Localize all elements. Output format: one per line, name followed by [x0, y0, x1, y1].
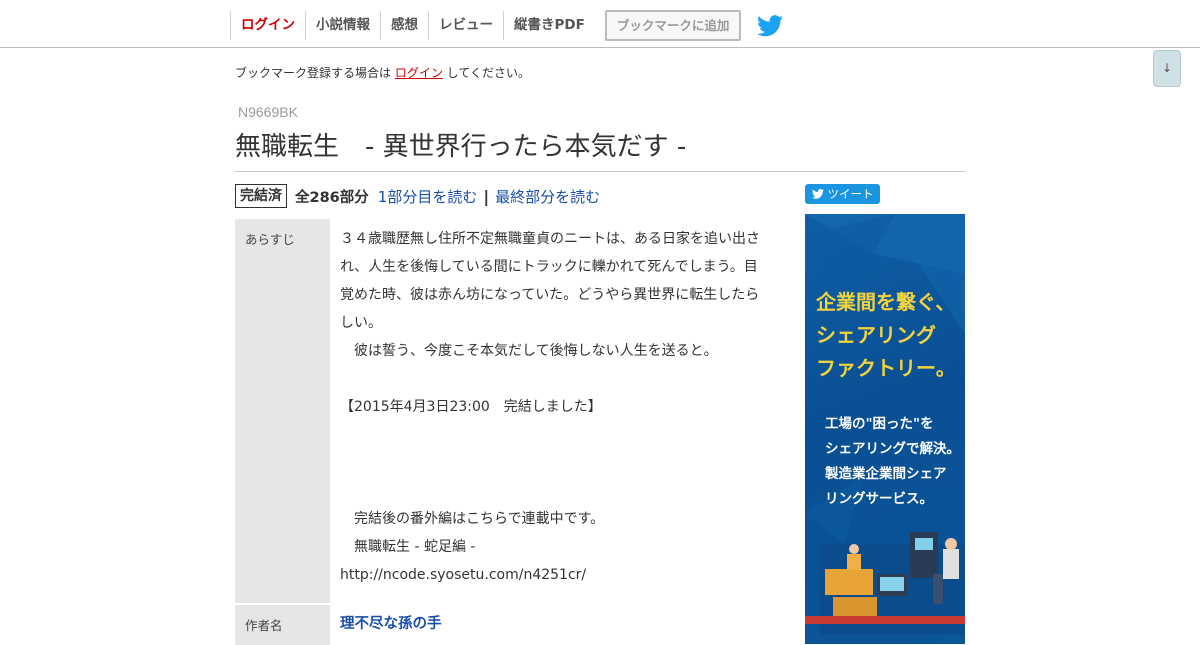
- episode-count: 全286部分: [295, 189, 369, 206]
- tweet-label: ツイート: [827, 187, 874, 201]
- add-bookmark-button[interactable]: ブックマークに追加: [604, 10, 742, 41]
- synopsis-line: れ、人生を後悔している間にトラックに轢かれて死んでしまう。目: [340, 259, 758, 275]
- ad-headline: 企業間を繋ぐ、 シェアリング ファクトリー。: [816, 286, 956, 385]
- nav-login-link[interactable]: ログイン: [230, 11, 305, 40]
- author-label-cell: 作者名: [235, 605, 330, 645]
- synopsis-line: [340, 421, 765, 449]
- synopsis-line: 彼は誓う、今度こそ本気だして後悔しない人生を送ると。: [340, 343, 718, 359]
- synopsis-line: [340, 477, 765, 505]
- synopsis-url-link[interactable]: http://ncode.syosetu.com/n4251cr/: [340, 561, 765, 589]
- synopsis-label: あらすじ: [245, 232, 295, 247]
- notice-text-before: ブックマーク登録する場合は: [235, 66, 392, 80]
- synopsis-line: [340, 449, 765, 477]
- synopsis-line: [340, 365, 765, 393]
- synopsis-line: 完結後の番外編はこちらで連載中です。: [340, 511, 605, 527]
- scroll-down-button[interactable]: ↓: [1153, 50, 1181, 87]
- read-first-episode-link[interactable]: 1部分目を読む: [378, 186, 478, 207]
- ncode-label: N9669BK: [238, 104, 298, 120]
- synopsis-line: 覚めた時、彼は赤ん坊になっていた。どうやら異世界に転生したら: [340, 287, 760, 303]
- author-label: 作者名: [245, 618, 283, 633]
- read-last-episode-link[interactable]: 最終部分を読む: [495, 186, 600, 207]
- bookmark-login-notice: ブックマーク登録する場合は ログイン してください。: [235, 64, 530, 81]
- twitter-bird-icon: [811, 189, 824, 199]
- synopsis-line: 【2015年4月3日23:00 完結しました】: [340, 399, 602, 415]
- ad-body-line: 製造業企業間シェア: [825, 466, 947, 482]
- advertisement-banner[interactable]: 企業間を繋ぐ、 シェアリング ファクトリー。 工場の"困った"を シェアリングで…: [805, 214, 965, 644]
- twitter-icon[interactable]: [757, 14, 784, 37]
- nav-vertical-pdf-link[interactable]: 縦書きPDF: [503, 11, 595, 40]
- nav-impressions-link[interactable]: 感想: [380, 11, 428, 40]
- ad-body-line: 工場の"困った"を: [825, 416, 934, 432]
- ad-body-line: リングサービス。: [825, 491, 933, 507]
- novel-info-row: 完結済 全286部分 1部分目を読む | 最終部分を読む: [235, 184, 600, 208]
- ad-body-line: シェアリングで解決。: [825, 441, 960, 457]
- synopsis-text: ３４歳職歴無し住所不定無職童貞のニートは、ある日家を追い出さ れ、人生を後悔して…: [340, 225, 765, 589]
- synopsis-label-cell: あらすじ: [235, 219, 330, 603]
- ad-headline-line: 企業間を繋ぐ、: [816, 290, 956, 314]
- notice-text-after: してください。: [446, 66, 530, 80]
- ad-body: 工場の"困った"を シェアリングで解決。 製造業企業間シェア リングサービス。: [825, 412, 960, 512]
- ad-headline-line: ファクトリー。: [816, 356, 956, 380]
- main-nav: ログイン 小説情報 感想 レビュー 縦書きPDF ブックマークに追加: [230, 10, 784, 41]
- ad-headline-line: シェアリング: [816, 323, 936, 347]
- novel-title: 無職転生 - 異世界行ったら本気だす -: [235, 126, 965, 172]
- synopsis-line: ３４歳職歴無し住所不定無職童貞のニートは、ある日家を追い出さ: [340, 231, 760, 247]
- tweet-button[interactable]: ツイート: [805, 184, 880, 204]
- synopsis-line: 無職転生 - 蛇足編 -: [340, 539, 476, 555]
- link-separator: |: [483, 186, 490, 206]
- status-badge: 完結済: [235, 184, 287, 208]
- notice-login-link[interactable]: ログイン: [395, 66, 443, 80]
- nav-novel-info-link[interactable]: 小説情報: [305, 11, 380, 40]
- top-nav-bar: ログイン 小説情報 感想 レビュー 縦書きPDF ブックマークに追加: [0, 0, 1200, 48]
- nav-review-link[interactable]: レビュー: [428, 11, 503, 40]
- synopsis-line: しい。: [340, 315, 382, 331]
